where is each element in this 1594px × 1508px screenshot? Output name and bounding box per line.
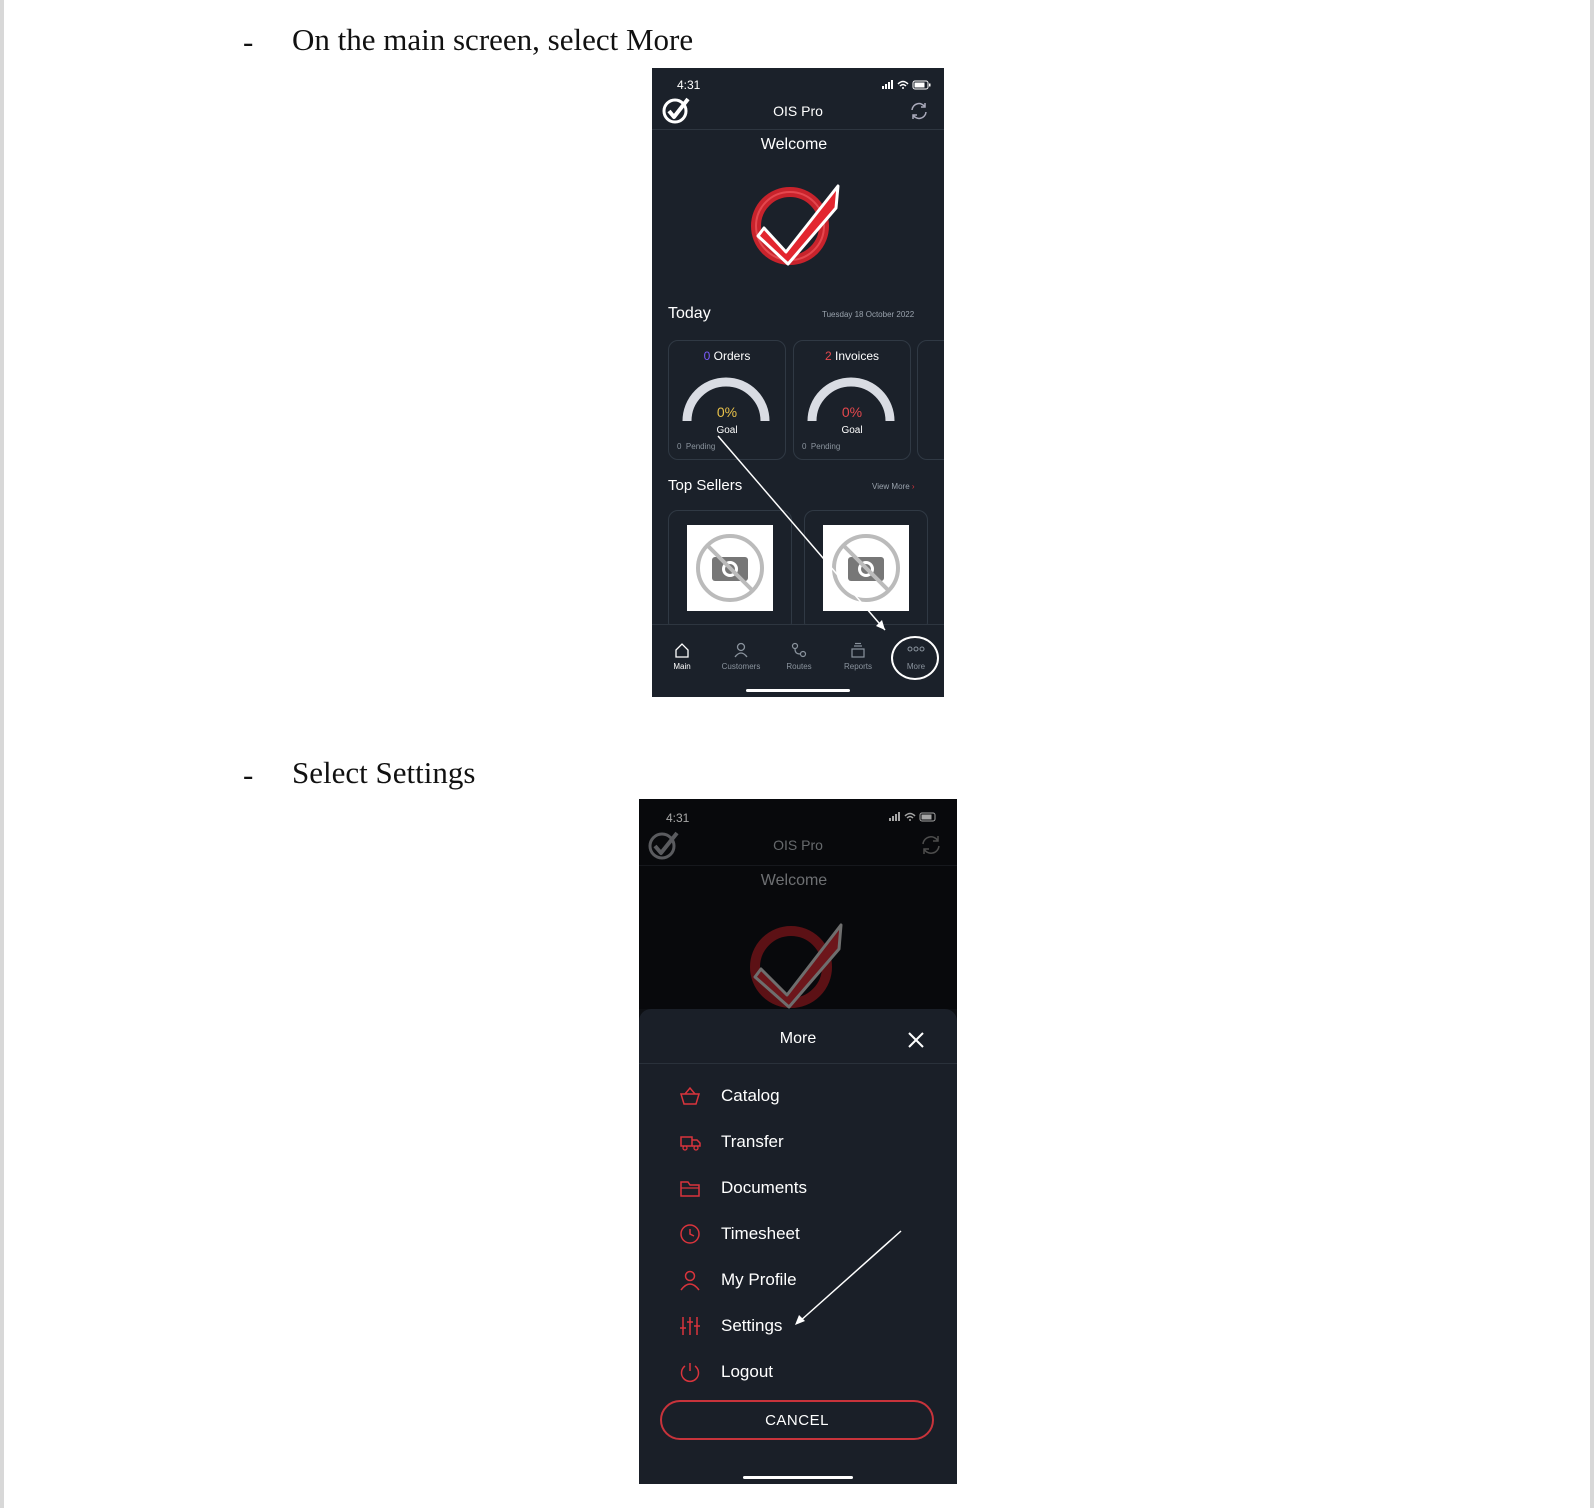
annotation-arrow	[795, 1230, 902, 1325]
step1-instruction: On the main screen, select More	[292, 22, 694, 57]
home-indicator	[746, 689, 850, 692]
step2-instruction: Select Settings	[292, 755, 476, 790]
page-border-right	[1590, 0, 1594, 1508]
home-indicator	[743, 1476, 853, 1479]
page-border-left	[0, 0, 4, 1508]
dim-overlay	[639, 799, 957, 1009]
main-screen-screenshot: 4:31 OIS Pro Welcome Today Tuesday 18 Oc…	[652, 68, 944, 697]
step1-bullet: -	[243, 24, 254, 59]
more-menu-screenshot: 4:31 OIS Pro Welcome More Catalog Transf…	[639, 799, 957, 1484]
annotation-arrow	[717, 435, 886, 631]
more-sheet: More Catalog Transfer Documents Timeshee…	[639, 1009, 957, 1484]
step2-bullet: -	[243, 757, 254, 792]
